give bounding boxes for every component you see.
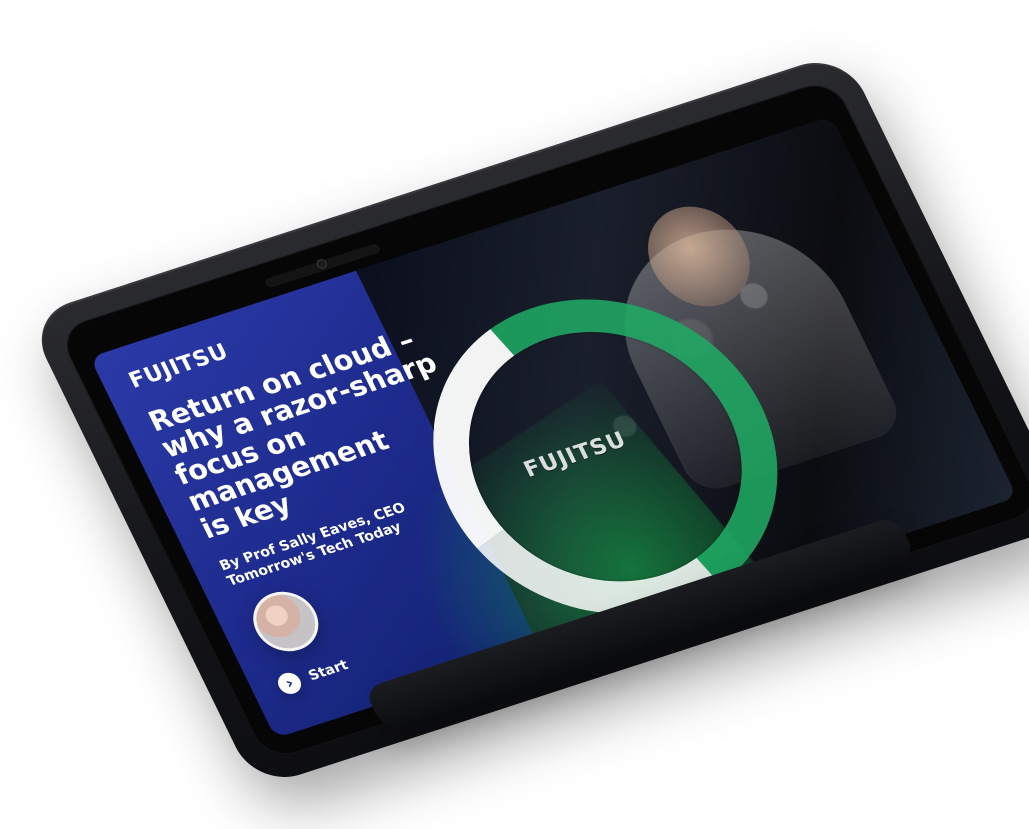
- device-stage: FUJITSU Return on cloud – why a razor-sh…: [0, 0, 1029, 829]
- scene: FUJITSU Return on cloud – why a razor-sh…: [0, 0, 1029, 829]
